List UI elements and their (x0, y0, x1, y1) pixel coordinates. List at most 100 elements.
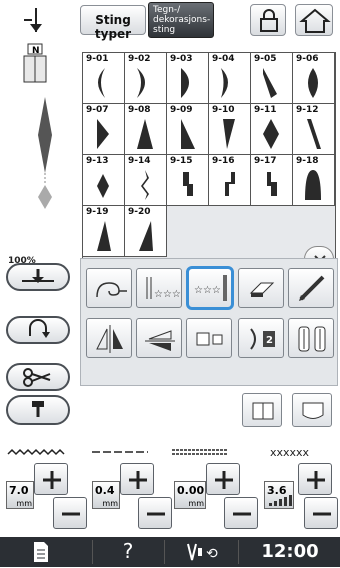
scissors-icon (23, 368, 51, 387)
stitch-cell[interactable]: 9-10 (209, 104, 251, 155)
pocket-icon (302, 402, 324, 419)
stitch-cell[interactable]: 9-15 (167, 155, 209, 206)
stitch-cell[interactable]: 9-01 (83, 53, 125, 104)
stitch-code: 9-12 (296, 105, 319, 115)
stitch-code: 9-06 (296, 54, 319, 64)
footer-divider (238, 540, 239, 564)
stitch-cell[interactable]: 9-17 (251, 155, 293, 206)
lr-shift-decrease-button[interactable] (224, 497, 258, 529)
help-button[interactable]: ? (118, 539, 138, 563)
stitch-cell[interactable]: 9-09 (167, 104, 209, 155)
stitch-cell[interactable]: 9-18 (293, 155, 335, 206)
length-increase-button[interactable] (120, 463, 154, 495)
presser-foot-lift-button[interactable] (6, 395, 70, 425)
stitch-pattern-icon (263, 119, 279, 149)
stitch-cell[interactable]: 9-06 (293, 53, 335, 104)
tool-mirror-vertical[interactable] (136, 318, 182, 358)
svg-text:⟲: ⟲ (206, 546, 218, 562)
stitch-cell[interactable]: 9-05 (251, 53, 293, 104)
tension-indicator-icon: xxxxxx (270, 443, 330, 459)
tension-increase-button[interactable] (298, 463, 332, 495)
reverse-stitch-button[interactable] (6, 316, 70, 344)
stitch-code: 9-07 (86, 105, 109, 115)
plus-icon (215, 471, 233, 489)
tool-eraser[interactable] (238, 268, 284, 308)
tab-stitch-types[interactable]: Sting typer (80, 5, 146, 41)
stitch-sequence-icon: ☆☆☆ (146, 277, 181, 300)
stitch-pattern-icon (183, 172, 193, 196)
density-icon: 2 (250, 328, 275, 350)
reverse-icon (29, 319, 50, 338)
single-double-icon (196, 332, 223, 346)
lr-shift-value-box: 0.00 mm (174, 481, 206, 509)
svg-text:☆☆☆: ☆☆☆ (154, 289, 181, 300)
stitch-code: 9-14 (128, 156, 151, 166)
stitch-pattern-icon (137, 68, 145, 98)
stitch-pattern-icon (223, 119, 235, 149)
tool-density[interactable]: 2 (238, 318, 284, 358)
stitch-pattern-icon (97, 221, 111, 251)
stitch-cell[interactable]: 9-08 (125, 104, 167, 155)
clock: 12:00 (261, 541, 319, 562)
stitch-code: 9-03 (170, 54, 193, 64)
lock-button[interactable] (250, 4, 286, 36)
memory-button[interactable] (292, 393, 332, 427)
stitch-cell[interactable]: 9-13 (83, 155, 125, 206)
document-icon[interactable] (28, 540, 52, 564)
lr-shift-unit: mm (188, 499, 204, 508)
home-icon (299, 8, 331, 33)
stitch-cell[interactable]: 9-19 (83, 206, 125, 257)
mirror-vertical-icon (145, 330, 175, 351)
svg-text:xxxxxx: xxxxxx (270, 446, 310, 458)
stitch-code: 9-04 (212, 54, 235, 64)
tool-stitch-sequence[interactable]: ☆☆☆ (136, 268, 182, 308)
home-button[interactable] (295, 4, 333, 36)
plus-icon (129, 471, 147, 489)
minus-icon (147, 512, 165, 516)
stitch-pattern-icon (139, 221, 153, 251)
width-decrease-button[interactable] (53, 497, 87, 529)
stitch-pattern-icon (267, 172, 277, 196)
tool-pencil[interactable] (288, 268, 334, 308)
minus-icon (62, 512, 80, 516)
stitch-code: 9-15 (170, 156, 193, 166)
stitch-code: 9-11 (254, 105, 277, 115)
plus-icon (43, 471, 61, 489)
stitch-pattern-icon (307, 119, 321, 149)
width-indicator-icon (6, 443, 66, 456)
tension-decrease-button[interactable] (304, 497, 338, 529)
tool-single-triple[interactable] (186, 318, 232, 358)
stitch-cell[interactable]: 9-07 (83, 104, 125, 155)
tool-thread-guide[interactable] (86, 268, 132, 308)
svg-text:☆☆☆: ☆☆☆ (194, 285, 221, 296)
tool-mirror-horizontal[interactable] (86, 318, 132, 358)
presser-foot-icon: N (20, 42, 50, 86)
length-decrease-button[interactable] (138, 497, 172, 529)
stitch-pattern-icon (181, 119, 195, 149)
tool-repeat-stitch-selected[interactable]: ☆☆☆ (186, 266, 234, 310)
width-unit: mm (16, 499, 32, 508)
stitch-cell[interactable]: 9-03 (167, 53, 209, 104)
stitch-cell[interactable]: 9-11 (251, 104, 293, 155)
bobbin-settings-icon[interactable]: ⟲ (184, 540, 224, 564)
width-increase-button[interactable] (34, 463, 68, 495)
needle-stop-button[interactable] (6, 263, 70, 291)
plus-icon (307, 471, 325, 489)
tool-twin-needle[interactable] (288, 318, 334, 358)
stitch-cell[interactable]: 9-16 (209, 155, 251, 206)
stitch-cell[interactable]: 9-12 (293, 104, 335, 155)
stitch-cell[interactable]: 9-04 (209, 53, 251, 104)
manual-button[interactable] (242, 393, 282, 427)
lr-shift-increase-button[interactable] (206, 463, 240, 495)
stitch-pattern-icon (137, 119, 153, 149)
stitch-pattern-icon (221, 68, 228, 98)
stitch-code: 9-01 (86, 54, 109, 64)
stitch-cell[interactable]: 9-02 (125, 53, 167, 104)
stitch-cell[interactable]: 9-14 (125, 155, 167, 206)
thread-cutter-button[interactable] (6, 363, 70, 391)
tab-character-decorative[interactable]: Tegn-/ dekorasjons- sting (148, 2, 214, 38)
needle-position-icon[interactable] (20, 6, 52, 36)
stitch-cell[interactable]: 9-20 (125, 206, 167, 257)
needle-stop-icon (22, 269, 54, 283)
presser-foot-icon-small (32, 401, 44, 417)
